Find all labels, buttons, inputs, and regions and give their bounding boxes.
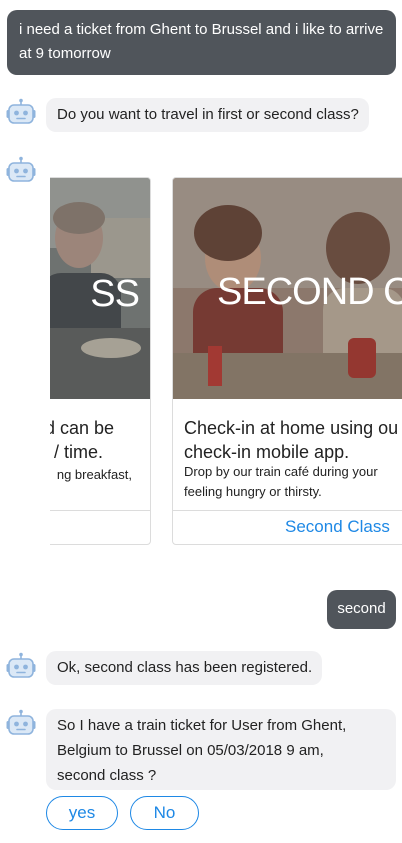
carousel-card-first-class[interactable]: SS d can be / time. ng breakfast, xyxy=(50,177,151,545)
bot-message-text: Do you want to travel in first or second… xyxy=(57,106,359,123)
bot-message: So I have a train ticket for User from G… xyxy=(46,709,396,790)
user-message: i need a ticket from Ghent to Brussel an… xyxy=(7,10,396,75)
bot-message-text: So I have a train ticket for User from G… xyxy=(57,717,347,784)
card-image: SS xyxy=(50,178,150,399)
card-title-line1: Check-in at home using ou xyxy=(184,418,399,438)
carousel-card-second-class[interactable]: SECOND CL Check-in at home using ou chec… xyxy=(172,177,402,545)
quick-reply-no-button[interactable]: No xyxy=(130,796,199,830)
card-title-line2: check-in mobile app. xyxy=(184,442,350,462)
card-subtitle-line2: feeling hungry or thirsty. xyxy=(184,484,322,499)
robot-icon xyxy=(6,709,36,739)
bot-message: Ok, second class has been registered. xyxy=(46,651,323,685)
card-image-text: SECOND CL xyxy=(217,271,402,313)
card-button-row: Second Class xyxy=(173,510,402,544)
card-subtitle: ng breakfast, xyxy=(56,467,132,482)
robot-icon xyxy=(6,652,36,682)
carousel[interactable]: SS d can be / time. ng breakfast, SECOND… xyxy=(50,176,402,546)
bot-message-text: Ok, second class has been registered. xyxy=(57,659,313,676)
card-image-text: SS xyxy=(90,273,139,315)
robot-icon xyxy=(6,156,36,186)
user-message-text: i need a ticket from Ghent to Brussel an… xyxy=(19,21,384,62)
quick-reply-yes-button[interactable]: yes xyxy=(46,796,118,830)
user-message: second xyxy=(327,590,396,629)
user-message-text: second xyxy=(337,600,386,617)
card-title-line1: d can be xyxy=(50,418,114,438)
robot-icon xyxy=(6,98,36,128)
bot-message: Do you want to travel in first or second… xyxy=(46,98,369,132)
card-button-row[interactable] xyxy=(50,510,150,544)
second-class-button[interactable]: Second Class xyxy=(285,517,390,537)
card-subtitle-line1: Drop by our train café during your xyxy=(184,464,378,479)
card-image: SECOND CL xyxy=(173,178,402,399)
card-title-line2: / time. xyxy=(53,442,103,462)
